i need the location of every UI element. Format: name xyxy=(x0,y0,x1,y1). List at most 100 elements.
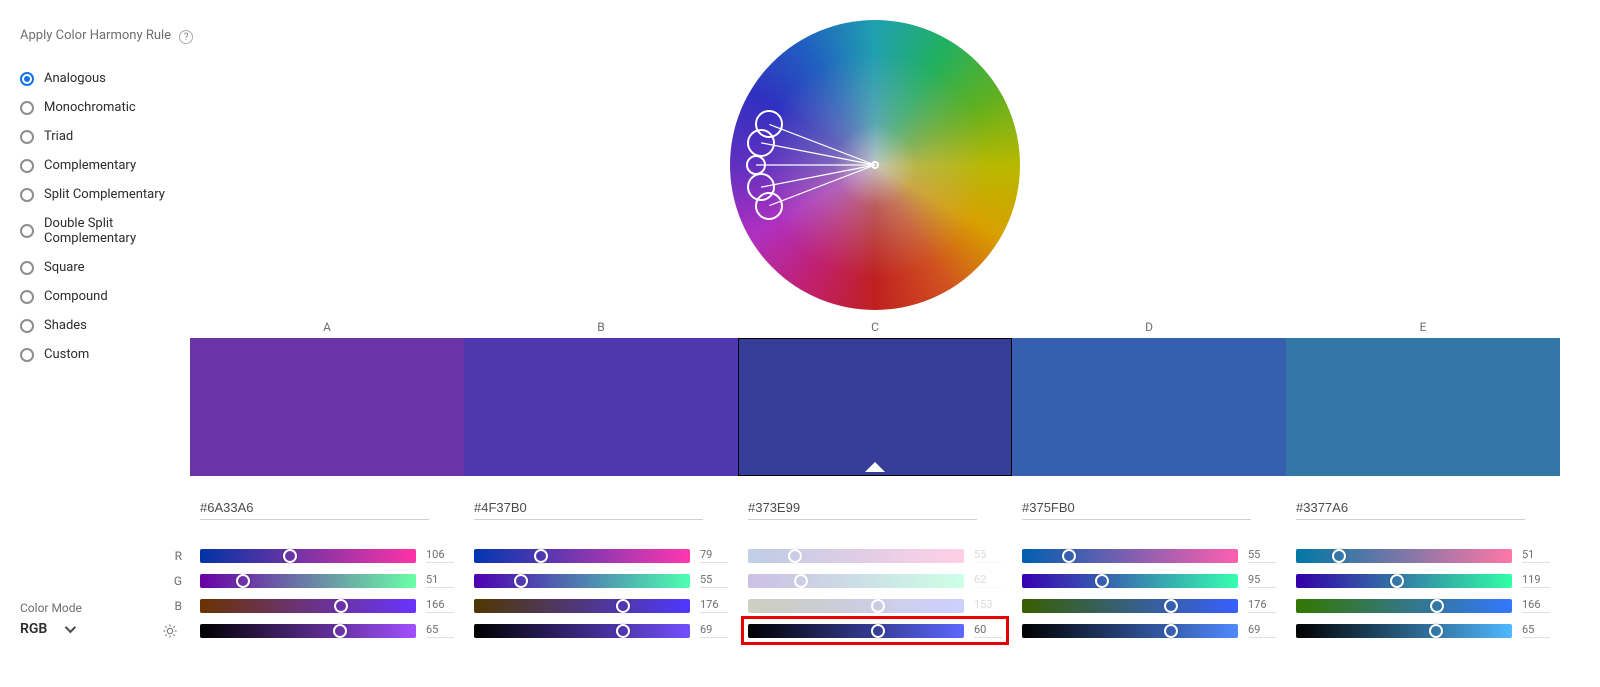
swatch-a[interactable] xyxy=(190,338,464,476)
slider-thumb-l[interactable] xyxy=(1429,624,1443,638)
wheel-handle[interactable] xyxy=(755,110,783,138)
slider-r: 51 xyxy=(1296,548,1550,563)
slider-value-r[interactable]: 51 xyxy=(1522,548,1550,563)
slider-track-g[interactable] xyxy=(474,574,690,588)
radio-icon xyxy=(20,130,34,144)
slider-thumb-g[interactable] xyxy=(236,574,250,588)
slider-track-l[interactable] xyxy=(200,624,416,638)
slider-thumb-g[interactable] xyxy=(794,574,808,588)
harmony-rule-compound[interactable]: Compound xyxy=(20,282,200,311)
wheel-center-handle[interactable] xyxy=(871,161,879,169)
swatch-label-b: B xyxy=(464,320,738,334)
slider-value-r[interactable]: 55 xyxy=(1248,548,1276,563)
slider-track-g[interactable] xyxy=(1296,574,1512,588)
slider-thumb-b[interactable] xyxy=(1164,599,1178,613)
slider-thumb-b[interactable] xyxy=(334,599,348,613)
slider-thumb-l[interactable] xyxy=(333,624,347,638)
swatch-c[interactable] xyxy=(738,338,1012,476)
slider-value-r[interactable]: 79 xyxy=(700,548,728,563)
wheel-handle[interactable] xyxy=(747,173,775,201)
slider-value-l[interactable]: 69 xyxy=(700,623,728,638)
color-wheel[interactable] xyxy=(730,20,1020,310)
harmony-rule-analogous[interactable]: Analogous xyxy=(20,64,200,93)
slider-thumb-g[interactable] xyxy=(514,574,528,588)
slider-value-l[interactable]: 65 xyxy=(1522,623,1550,638)
slider-thumb-r[interactable] xyxy=(534,549,548,563)
radio-icon xyxy=(20,290,34,304)
slider-track-l[interactable] xyxy=(1022,624,1238,638)
harmony-rule-square[interactable]: Square xyxy=(20,253,200,282)
harmony-rule-triad[interactable]: Triad xyxy=(20,122,200,151)
wheel-handle[interactable] xyxy=(746,155,766,175)
slider-b: 166 xyxy=(1296,598,1550,613)
hex-input-a[interactable] xyxy=(200,496,429,520)
slider-value-l[interactable]: 69 xyxy=(1248,623,1276,638)
slider-thumb-r[interactable] xyxy=(788,549,802,563)
slider-track-b[interactable] xyxy=(748,599,964,613)
slider-track-l[interactable] xyxy=(474,624,690,638)
slider-value-r[interactable]: 55 xyxy=(974,548,1002,563)
slider-value-l[interactable]: 60 xyxy=(974,623,1002,638)
slider-value-g[interactable]: 62 xyxy=(974,573,1002,588)
slider-track-g[interactable] xyxy=(1022,574,1238,588)
slider-thumb-b[interactable] xyxy=(1430,599,1444,613)
slider-value-g[interactable]: 119 xyxy=(1522,573,1550,588)
harmony-rule-monochromatic[interactable]: Monochromatic xyxy=(20,93,200,122)
slider-value-g[interactable]: 55 xyxy=(700,573,728,588)
slider-track-l[interactable] xyxy=(748,624,964,638)
slider-track-r[interactable] xyxy=(748,549,964,563)
slider-value-r[interactable]: 106 xyxy=(426,548,454,563)
slider-thumb-l[interactable] xyxy=(871,624,885,638)
harmony-rule-custom[interactable]: Custom xyxy=(20,340,200,369)
harmony-rule-shades[interactable]: Shades xyxy=(20,311,200,340)
slider-track-r[interactable] xyxy=(200,549,416,563)
slider-thumb-l[interactable] xyxy=(1164,624,1178,638)
swatch-d[interactable] xyxy=(1012,338,1286,476)
hex-row xyxy=(190,496,1560,520)
slider-value-g[interactable]: 51 xyxy=(426,573,454,588)
slider-thumb-r[interactable] xyxy=(1062,549,1076,563)
slider-value-b[interactable]: 176 xyxy=(700,598,728,613)
slider-g: 55 xyxy=(474,573,728,588)
slider-thumb-b[interactable] xyxy=(616,599,630,613)
slider-value-b[interactable]: 166 xyxy=(1522,598,1550,613)
color-mode-select[interactable]: RGB xyxy=(20,621,73,637)
slider-track-r[interactable] xyxy=(1022,549,1238,563)
slider-thumb-r[interactable] xyxy=(1332,549,1346,563)
color-mode-section: Color Mode RGB xyxy=(20,601,82,637)
slider-track-g[interactable] xyxy=(200,574,416,588)
harmony-rule-split-complementary[interactable]: Split Complementary xyxy=(20,180,200,209)
slider-value-b[interactable]: 153 xyxy=(974,598,1002,613)
slider-track-b[interactable] xyxy=(1296,599,1512,613)
slider-track-r[interactable] xyxy=(1296,549,1512,563)
slider-track-g[interactable] xyxy=(748,574,964,588)
hex-input-b[interactable] xyxy=(474,496,703,520)
slider-value-l[interactable]: 65 xyxy=(426,623,454,638)
brightness-icon xyxy=(162,623,178,639)
slider-thumb-l[interactable] xyxy=(616,624,630,638)
slider-thumb-g[interactable] xyxy=(1390,574,1404,588)
hex-input-c[interactable] xyxy=(748,496,977,520)
slider-value-b[interactable]: 166 xyxy=(426,598,454,613)
radio-icon xyxy=(20,188,34,202)
harmony-rule-complementary[interactable]: Complementary xyxy=(20,151,200,180)
hex-input-d[interactable] xyxy=(1022,496,1251,520)
panel-title: Apply Color Harmony Rule ? xyxy=(20,28,200,44)
harmony-rule-double-split-complementary[interactable]: Double Split Complementary xyxy=(20,209,200,253)
slider-thumb-b[interactable] xyxy=(871,599,885,613)
slider-value-g[interactable]: 95 xyxy=(1248,573,1276,588)
swatch-e[interactable] xyxy=(1286,338,1560,476)
slider-thumb-r[interactable] xyxy=(283,549,297,563)
hex-input-e[interactable] xyxy=(1296,496,1525,520)
slider-track-b[interactable] xyxy=(1022,599,1238,613)
slider-b: 176 xyxy=(474,598,728,613)
swatch-label-d: D xyxy=(1012,320,1286,334)
slider-thumb-g[interactable] xyxy=(1095,574,1109,588)
slider-b: 176 xyxy=(1022,598,1276,613)
slider-track-b[interactable] xyxy=(200,599,416,613)
slider-track-l[interactable] xyxy=(1296,624,1512,638)
slider-track-r[interactable] xyxy=(474,549,690,563)
slider-value-b[interactable]: 176 xyxy=(1248,598,1276,613)
slider-track-b[interactable] xyxy=(474,599,690,613)
swatch-b[interactable] xyxy=(464,338,738,476)
